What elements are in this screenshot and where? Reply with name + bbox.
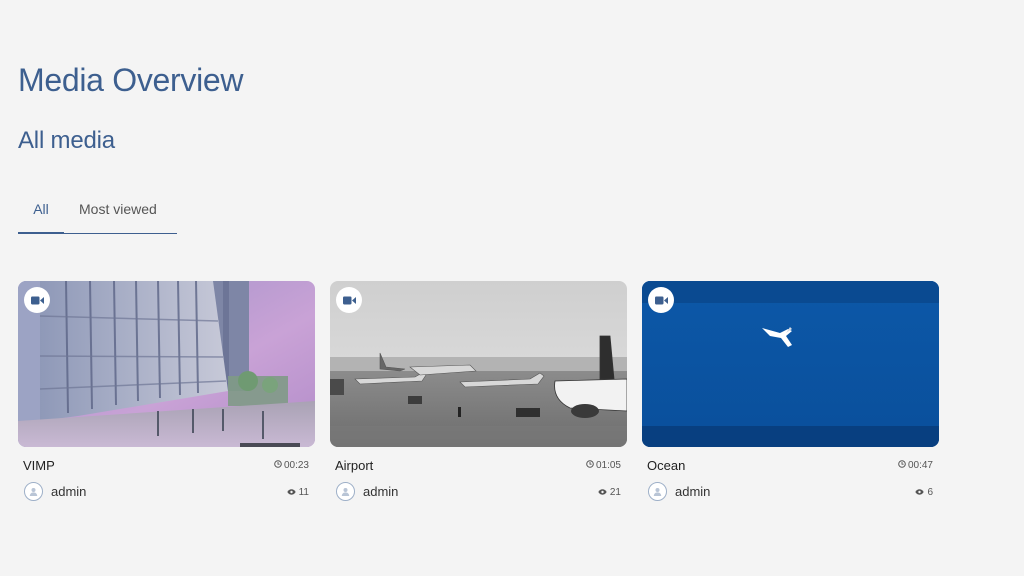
avatar (648, 482, 667, 501)
media-author[interactable]: admin (648, 482, 710, 501)
avatar (336, 482, 355, 501)
media-thumbnail[interactable] (18, 281, 315, 447)
duration-text: 01:05 (595, 460, 621, 471)
media-duration: 01:05 (586, 460, 621, 471)
media-views: 11 (286, 487, 309, 498)
author-name: admin (675, 484, 711, 499)
video-camera-icon (24, 287, 50, 313)
media-card: Ocean 00:47 admin 6 (642, 281, 939, 501)
eye-icon (598, 487, 607, 498)
media-author[interactable]: admin (336, 482, 398, 501)
tab-most-viewed[interactable]: Most viewed (79, 194, 157, 233)
views-count: 21 (609, 487, 621, 498)
media-duration: 00:23 (274, 460, 309, 471)
building-thumbnail-image (18, 281, 315, 447)
author-name: admin (363, 484, 399, 499)
media-thumbnail[interactable] (330, 281, 627, 447)
video-camera-icon (648, 287, 674, 313)
clock-icon (586, 460, 594, 471)
tab-all[interactable]: All (18, 194, 64, 234)
airport-thumbnail-image (330, 281, 627, 447)
author-name: admin (51, 484, 87, 499)
views-count: 11 (298, 487, 309, 498)
eye-icon (286, 487, 296, 498)
avatar (24, 482, 43, 501)
video-camera-icon (336, 287, 362, 313)
duration-text: 00:47 (907, 460, 933, 471)
media-title[interactable]: Ocean (647, 458, 685, 473)
media-views: 6 (915, 487, 933, 498)
ocean-thumbnail-image (642, 281, 939, 447)
section-title: All media (18, 127, 115, 154)
eye-icon (915, 487, 925, 498)
media-title[interactable]: Airport (335, 458, 373, 473)
media-duration: 00:47 (898, 460, 933, 471)
media-views: 21 (598, 487, 621, 498)
media-card: VIMP 00:23 admin 11 (18, 281, 315, 501)
media-filter-tabs: All Most viewed (18, 194, 177, 234)
clock-icon (898, 460, 906, 471)
page-title: Media Overview (18, 62, 244, 98)
duration-text: 00:23 (283, 460, 309, 471)
media-card: Airport 01:05 admin 21 (330, 281, 627, 501)
views-count: 6 (927, 487, 933, 498)
media-thumbnail[interactable] (642, 281, 939, 447)
clock-icon (274, 460, 282, 471)
media-author[interactable]: admin (24, 482, 86, 501)
media-title[interactable]: VIMP (23, 458, 55, 473)
